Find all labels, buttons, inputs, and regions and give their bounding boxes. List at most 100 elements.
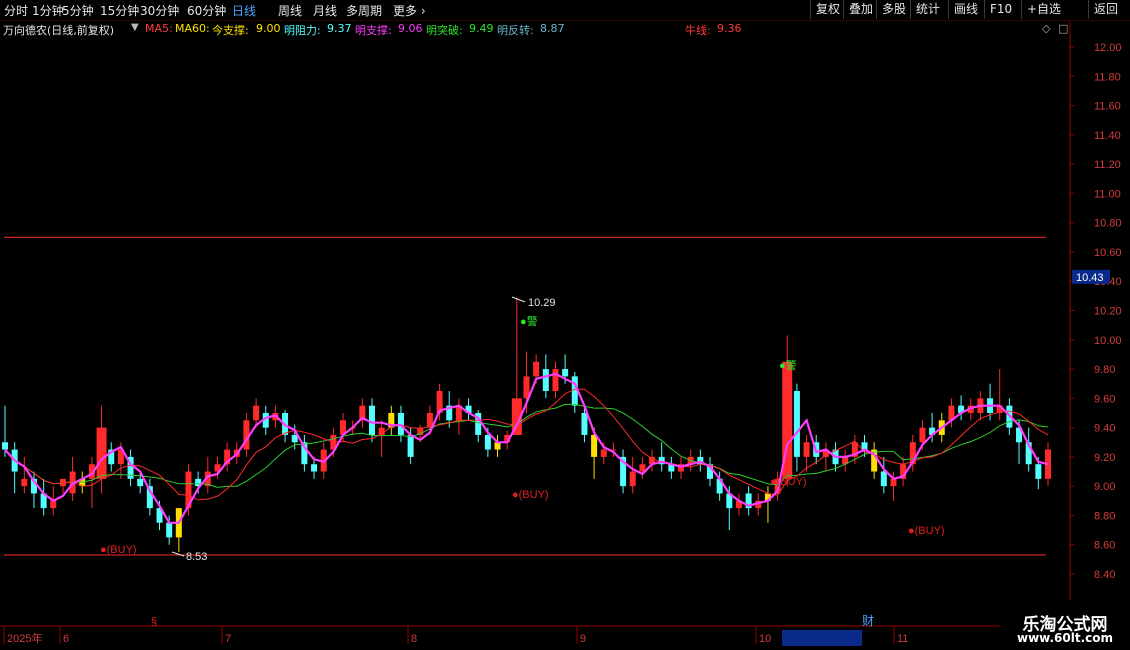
- y-tick-label: 11.20: [1094, 159, 1121, 171]
- buy-signal-4: ●(BUY): [908, 525, 945, 537]
- y-tick-label: 9.00: [1094, 481, 1115, 493]
- candle-body: [880, 471, 887, 487]
- warn-signal-1: ●警: [520, 314, 538, 328]
- toolbar-button-5[interactable]: F10: [984, 0, 1017, 19]
- next-support-value: 9.06: [398, 22, 423, 35]
- candle-body: [581, 412, 588, 435]
- date-tag-box: [782, 630, 862, 646]
- buy-signal-1: ●(BUY): [100, 544, 137, 556]
- x-tick-label: 11: [897, 633, 908, 645]
- toolbar-button-3[interactable]: 统计: [910, 0, 945, 19]
- tab-2[interactable]: 5分钟: [62, 2, 94, 19]
- support-label: 今支撑:: [212, 24, 249, 37]
- toolbar-button-4[interactable]: 画线: [948, 0, 983, 19]
- candle-body: [368, 405, 375, 435]
- chart-annotations: 10.29 8.53 ●(BUY) ●(BUY) ●(BUY) ●(BUY) ●警 ●警 § 财 2…: [7, 296, 945, 645]
- y-tick-label: 11.80: [1094, 71, 1121, 83]
- diamond-icon[interactable]: ◇: [1042, 22, 1050, 35]
- candle-body: [253, 405, 260, 421]
- y-tick-label: 12.00: [1094, 42, 1122, 54]
- buy-signal-2: ●(BUY): [512, 489, 549, 501]
- y-tick-label: 10.20: [1094, 306, 1122, 318]
- tab-8[interactable]: 月线: [313, 2, 337, 19]
- candle-body: [137, 478, 144, 487]
- candle-body: [600, 449, 607, 457]
- tab-9[interactable]: 多周期: [346, 2, 382, 19]
- candle-body: [96, 427, 107, 479]
- candle-body: [542, 369, 549, 392]
- tab-0[interactable]: 分时: [4, 2, 28, 19]
- high-price-label: 10.29: [528, 297, 556, 309]
- candle-body: [407, 434, 414, 457]
- candle-body: [397, 412, 404, 435]
- y-tick-label: 9.60: [1094, 393, 1115, 405]
- current-price-label: 10.43: [1076, 272, 1104, 284]
- resistance-label: 明阻力:: [284, 24, 321, 37]
- y-tick-label: 10.80: [1094, 218, 1122, 230]
- low-price-label: 8.53: [186, 551, 207, 563]
- x-tick-label: 2025年: [7, 631, 42, 645]
- watermark: 乐淘公式网 www.60lt.com: [1000, 600, 1130, 650]
- candle-body: [166, 522, 173, 538]
- stock-title: 万向德农(日线,前复权): [3, 24, 115, 37]
- candlestick-series: [2, 297, 1051, 553]
- candle-body: [311, 464, 318, 472]
- toolbar-button-0[interactable]: 复权: [810, 0, 845, 19]
- tab-1[interactable]: 1分钟: [32, 2, 64, 19]
- warn-signal-2: ●警: [779, 358, 797, 372]
- candle-body: [552, 369, 559, 392]
- tab-10[interactable]: 更多 ›: [393, 2, 426, 19]
- x-tick-label: 7: [225, 633, 231, 645]
- y-tick-label: 9.80: [1094, 364, 1115, 376]
- tab-7[interactable]: 周线: [278, 2, 302, 19]
- candle-body: [494, 442, 501, 450]
- y-tick-label: 8.40: [1094, 569, 1115, 581]
- ma5-label: MA5:: [145, 22, 173, 35]
- candle-body: [484, 434, 491, 450]
- y-tick-label: 10.00: [1094, 335, 1122, 347]
- tab-3[interactable]: 15分钟: [100, 2, 139, 19]
- y-tick-label: 8.60: [1094, 540, 1115, 552]
- toolbar-button-1[interactable]: 叠加: [843, 0, 878, 19]
- x-tick-label: 9: [580, 633, 586, 645]
- next-support-label: 明支撑:: [355, 24, 392, 37]
- y-tick-label: 9.20: [1094, 452, 1115, 464]
- candle-body: [562, 369, 569, 377]
- ma60-label: MA60:: [175, 22, 210, 35]
- candle-body: [629, 471, 636, 487]
- tab-5[interactable]: 60分钟: [187, 2, 226, 19]
- toolbar-button-7[interactable]: 返回: [1088, 0, 1123, 19]
- tab-6[interactable]: 日线: [232, 2, 256, 19]
- resistance-value: 9.37: [327, 22, 352, 35]
- toolbar-button-2[interactable]: 多股: [876, 0, 911, 19]
- bull-line-label: 牛线:: [685, 24, 711, 37]
- candle-body: [533, 361, 540, 377]
- breakout-label: 明突破:: [426, 24, 463, 37]
- x-tick-label: 10: [759, 633, 771, 645]
- watermark-url: www.60lt.com: [1016, 631, 1114, 645]
- support-value: 9.00: [256, 22, 281, 35]
- bull-line-value: 9.36: [717, 22, 742, 35]
- square-icon[interactable]: □: [1058, 22, 1068, 35]
- period-toolbar: 分时 1分钟 5分钟 15分钟 30分钟 60分钟 日线 周线 月线 多周期 更多 › 复权 叠加 多股统…: [0, 0, 1130, 21]
- candle-body: [890, 478, 897, 487]
- candle-body: [2, 442, 8, 450]
- x-tick-label: 6: [63, 633, 69, 645]
- y-tick-label: 11.60: [1094, 101, 1121, 113]
- kline-chart[interactable]: 10.29 8.53 ●(BUY) ●(BUY) ●(BUY) ●(BUY) ●警 ●警 § 财 2…: [0, 0, 1130, 650]
- candle-body: [793, 391, 800, 457]
- reversal-label: 明反转:: [497, 24, 534, 37]
- ma-green-line: [4, 403, 1049, 488]
- reversal-value: 8.87: [540, 22, 565, 35]
- high-price-pointer: [511, 296, 526, 303]
- settings-toggle-icon[interactable]: ▼: [131, 22, 139, 33]
- toolbar-button-6[interactable]: +自选: [1021, 0, 1066, 19]
- y-tick-label: 9.40: [1094, 423, 1115, 435]
- candle-body: [1035, 464, 1042, 479]
- y-tick-label: 11.40: [1094, 130, 1121, 142]
- tab-4[interactable]: 30分钟: [140, 2, 179, 19]
- y-tick-label: 10.60: [1094, 247, 1122, 259]
- x-tick-label: 8: [411, 633, 417, 645]
- breakout-value: 9.49: [469, 22, 494, 35]
- event-marker-1: §: [151, 616, 157, 628]
